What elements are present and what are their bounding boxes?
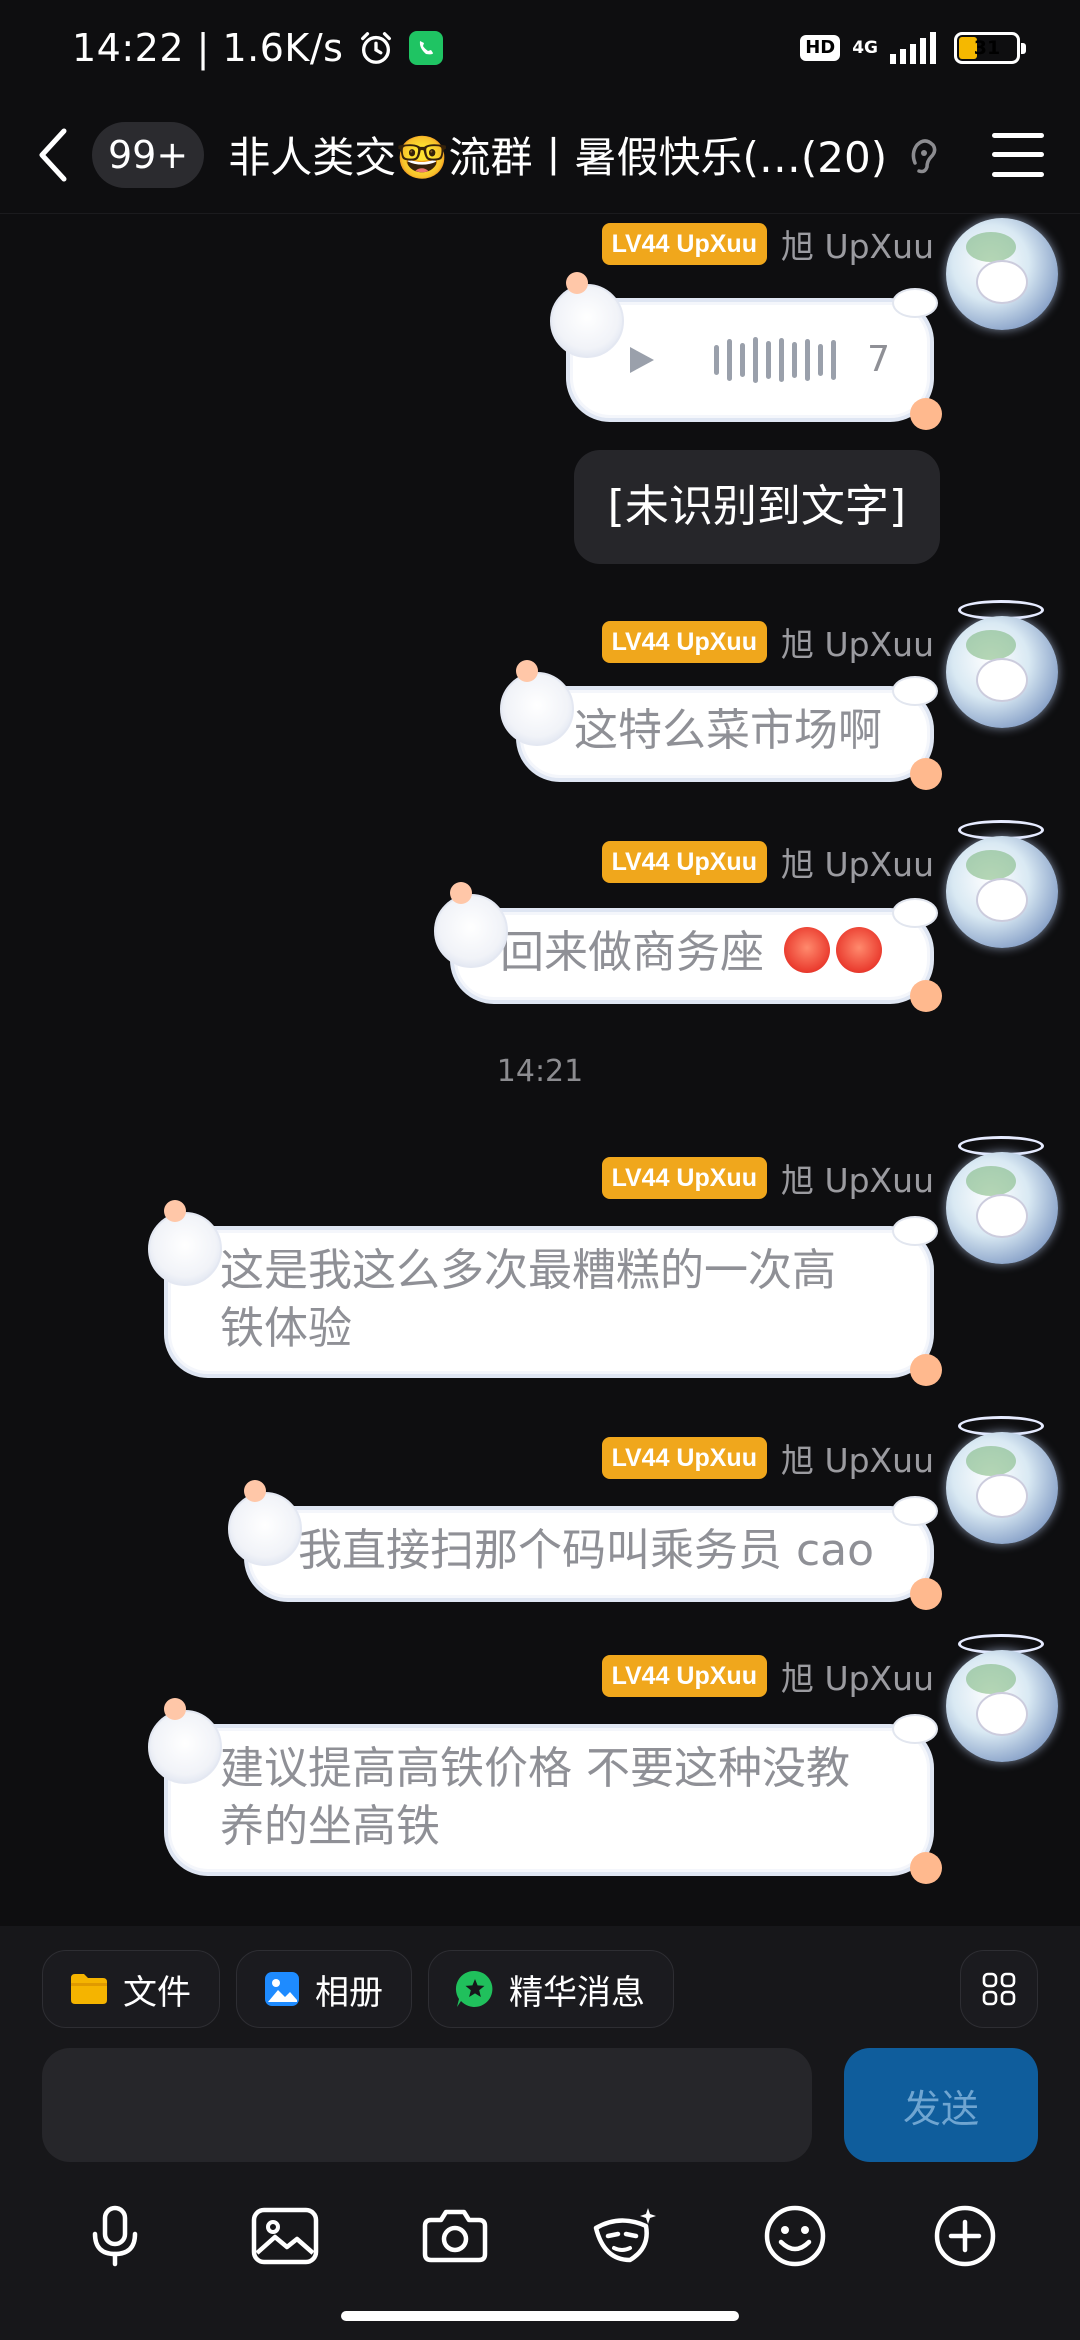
sender-name[interactable]: 旭 UpXuu <box>781 618 934 666</box>
microphone-icon <box>92 2205 138 2267</box>
text-message-bubble[interactable]: 回来做商务座 <box>434 882 942 1012</box>
text-message-bubble[interactable]: 我直接扫那个码叫乘务员 cao <box>228 1480 942 1610</box>
status-bar: 14:22 | 1.6K/s HD 4G 31 <box>0 0 1080 96</box>
level-badge: LV44 UpXuu <box>601 1157 767 1199</box>
signal-icon <box>890 32 936 64</box>
message-header: LV44 UpXuu 旭 UpXuu <box>601 1434 934 1482</box>
angry-emoji-icon <box>784 927 830 973</box>
level-badge: LV44 UpXuu <box>601 841 767 883</box>
message-text-line: 养的坐高铁 <box>220 1801 440 1852</box>
message-header: LV44 UpXuu 旭 UpXuu <box>601 1154 934 1202</box>
camera-button[interactable] <box>415 2196 495 2276</box>
sender-name[interactable]: 旭 UpXuu <box>781 220 934 268</box>
effects-button[interactable] <box>585 2196 665 2276</box>
chat-title[interactable]: 非人类交🤓流群丨暑假快乐(…(20) <box>228 124 887 185</box>
avatar[interactable] <box>946 836 1058 948</box>
battery-level: 31 <box>973 37 1001 59</box>
level-badge: LV44 UpXuu <box>601 223 767 265</box>
battery-icon: 31 <box>954 32 1026 64</box>
sender-name[interactable]: 旭 UpXuu <box>781 1434 934 1482</box>
mask-sparkle-icon <box>593 2208 656 2263</box>
more-apps-button[interactable] <box>960 1950 1038 2028</box>
featured-label: 精华消息 <box>509 1972 645 2013</box>
album-label: 相册 <box>315 1972 383 2013</box>
level-badge: LV44 UpXuu <box>601 621 767 663</box>
quick-actions: 文件 相册 精华消息 <box>42 1950 1038 2028</box>
angry-emoji-icon <box>836 927 882 973</box>
emoji-icon <box>764 2205 826 2267</box>
avatar[interactable] <box>946 616 1058 728</box>
play-icon[interactable] <box>624 343 658 377</box>
composer-panel: 文件 相册 精华消息 发送 <box>0 1926 1080 2340</box>
message-list[interactable]: LV44 UpXuu 旭 UpXuu 7 [未识别到文字] LV44 UpXuu… <box>0 214 1080 1926</box>
alarm-icon <box>361 32 392 64</box>
home-indicator[interactable] <box>341 2311 739 2321</box>
level-badge: LV44 UpXuu <box>601 1437 767 1479</box>
message-input[interactable] <box>42 2048 812 2162</box>
avatar[interactable] <box>946 1152 1058 1264</box>
album-button[interactable]: 相册 <box>236 1950 412 2028</box>
voice-input-button[interactable] <box>75 2196 155 2276</box>
avatar[interactable] <box>946 218 1058 330</box>
message-text: 回来做商务座 <box>500 924 900 982</box>
voice-waveform <box>714 337 836 383</box>
sender-name[interactable]: 旭 UpXuu <box>781 838 934 886</box>
level-badge: LV44 UpXuu <box>601 1655 767 1697</box>
message-header: LV44 UpXuu 旭 UpXuu <box>601 618 934 666</box>
transcript-bubble[interactable]: [未识别到文字] <box>573 450 940 564</box>
emoji-button[interactable] <box>755 2196 835 2276</box>
back-button[interactable] <box>38 125 74 185</box>
input-row: 发送 <box>42 2048 1038 2162</box>
file-label: 文件 <box>123 1972 191 2013</box>
chat-header: 99+ 非人类交🤓流群丨暑假快乐(…(20) <box>0 96 1080 214</box>
text-message-bubble[interactable]: 这特么菜市场啊 <box>500 660 942 790</box>
featured-messages-button[interactable]: 精华消息 <box>428 1950 674 2028</box>
message-text-line: 这是我这么多次最糟糕的一次高 <box>220 1245 836 1296</box>
camera-icon <box>422 2209 488 2263</box>
status-time: 14:22 | 1.6K/s <box>72 26 344 70</box>
avatar[interactable] <box>946 1432 1058 1544</box>
toolbar <box>0 2188 1080 2284</box>
voice-duration: 7 <box>867 339 890 380</box>
message-header: LV44 UpXuu 旭 UpXuu <box>601 1652 934 1700</box>
album-icon <box>265 1972 299 2006</box>
sender-name[interactable]: 旭 UpXuu <box>781 1154 934 1202</box>
more-button[interactable] <box>925 2196 1005 2276</box>
chevron-left-icon <box>39 128 67 181</box>
menu-button[interactable] <box>992 132 1044 177</box>
message-text-line: 铁体验 <box>220 1303 352 1354</box>
grid-icon <box>982 1972 1016 2006</box>
file-button[interactable]: 文件 <box>42 1950 220 2028</box>
message-text-line: 建议提高高铁价格 不要这种没教 <box>220 1743 850 1794</box>
text-message-bubble[interactable]: 这是我这么多次最糟糕的一次高 铁体验 <box>148 1200 942 1386</box>
plus-circle-icon <box>934 2205 996 2267</box>
image-button[interactable] <box>245 2196 325 2276</box>
image-icon <box>251 2207 319 2265</box>
message-text: 这特么菜市场啊 <box>574 705 882 756</box>
star-chat-icon <box>455 1970 493 2007</box>
voice-message-bubble[interactable]: 7 <box>550 272 942 430</box>
message-text: 我直接扫那个码叫乘务员 cao <box>298 1525 875 1576</box>
time-separator: 14:21 <box>496 1054 584 1089</box>
phone-call-icon <box>409 31 444 65</box>
message-header: LV44 UpXuu 旭 UpXuu <box>601 220 934 268</box>
sender-name[interactable]: 旭 UpXuu <box>781 1652 934 1700</box>
folder-icon <box>71 1974 107 2004</box>
hd-badge: HD <box>800 35 841 61</box>
mute-ear-icon <box>911 138 937 173</box>
unread-count-badge[interactable]: 99+ <box>92 121 205 188</box>
text-message-bubble[interactable]: 建议提高高铁价格 不要这种没教 养的坐高铁 <box>148 1698 942 1884</box>
message-header: LV44 UpXuu 旭 UpXuu <box>601 838 934 886</box>
network-type: 4G <box>852 37 878 58</box>
send-button[interactable]: 发送 <box>844 2048 1038 2162</box>
avatar[interactable] <box>946 1650 1058 1762</box>
